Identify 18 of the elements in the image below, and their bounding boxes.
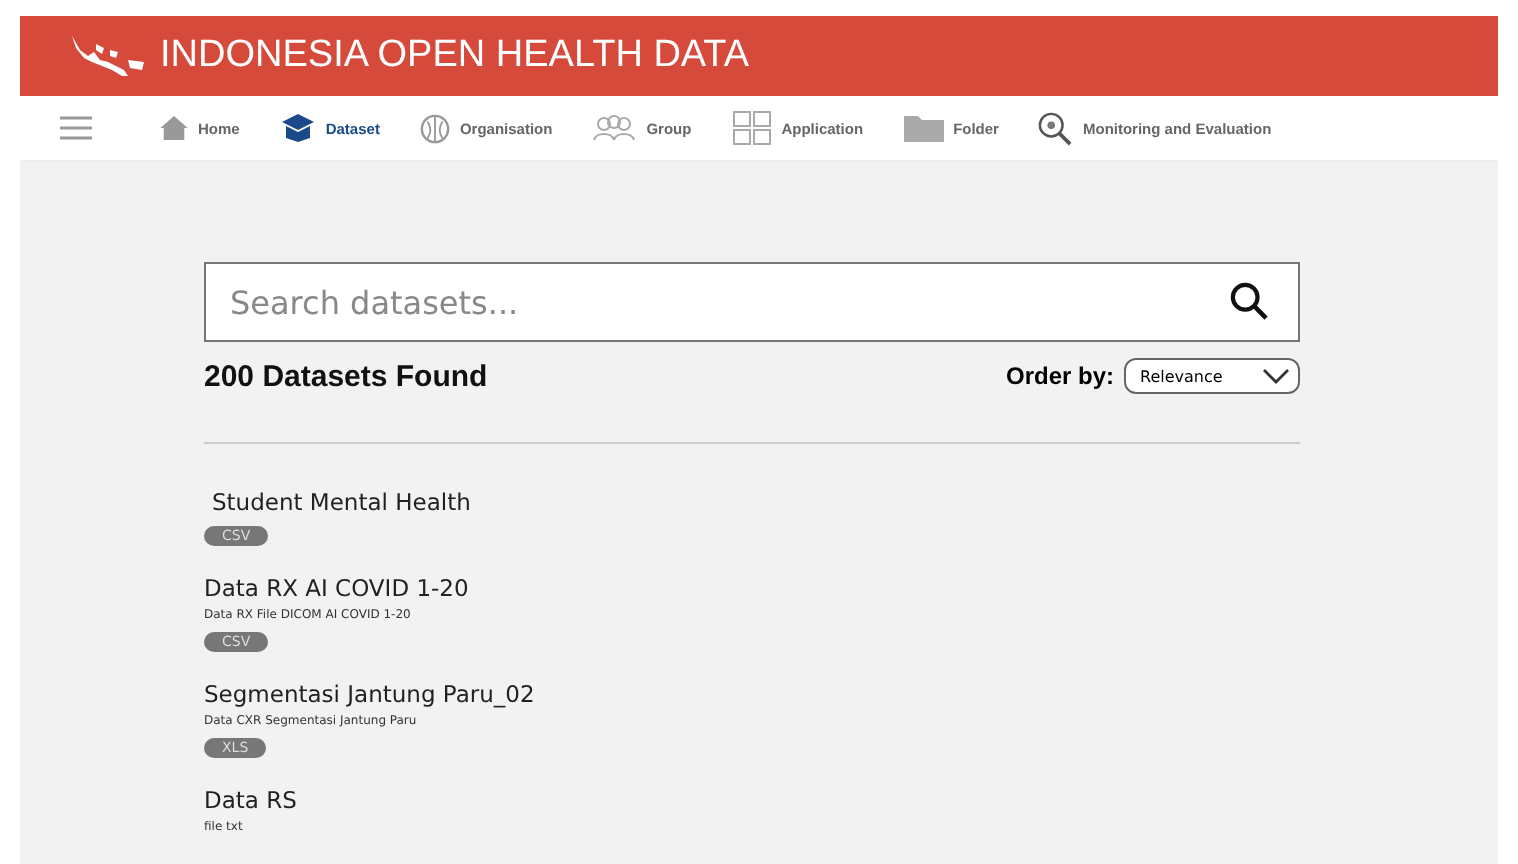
results-count: 200 Datasets Found (204, 359, 490, 393)
app-windows-icon (731, 110, 772, 146)
people-icon (592, 114, 637, 142)
search-icon[interactable] (1230, 282, 1268, 320)
archipelago-map-icon (68, 32, 148, 80)
house-icon (160, 116, 188, 140)
search-field[interactable]: Search datasets... (204, 262, 1300, 342)
dataset-title-link[interactable]: Data RS (204, 786, 297, 814)
order-dropdown[interactable]: Relevance (1124, 358, 1300, 394)
magnifier-icon (1038, 111, 1073, 145)
site-title: INDONESIA OPEN HEALTH DATA (160, 34, 750, 78)
dataset-title-link[interactable]: Segmentasi Jantung Paru_02 (204, 680, 535, 708)
dataset-title-link[interactable]: Student Mental Health (212, 488, 471, 516)
chevron-down-icon (1262, 368, 1290, 384)
folder-icon (903, 114, 944, 142)
menu-icon[interactable] (60, 116, 92, 140)
dataset-title-link[interactable]: Data RX AI COVID 1-20 (204, 574, 469, 602)
order-by-label: Order by: (1005, 362, 1114, 390)
